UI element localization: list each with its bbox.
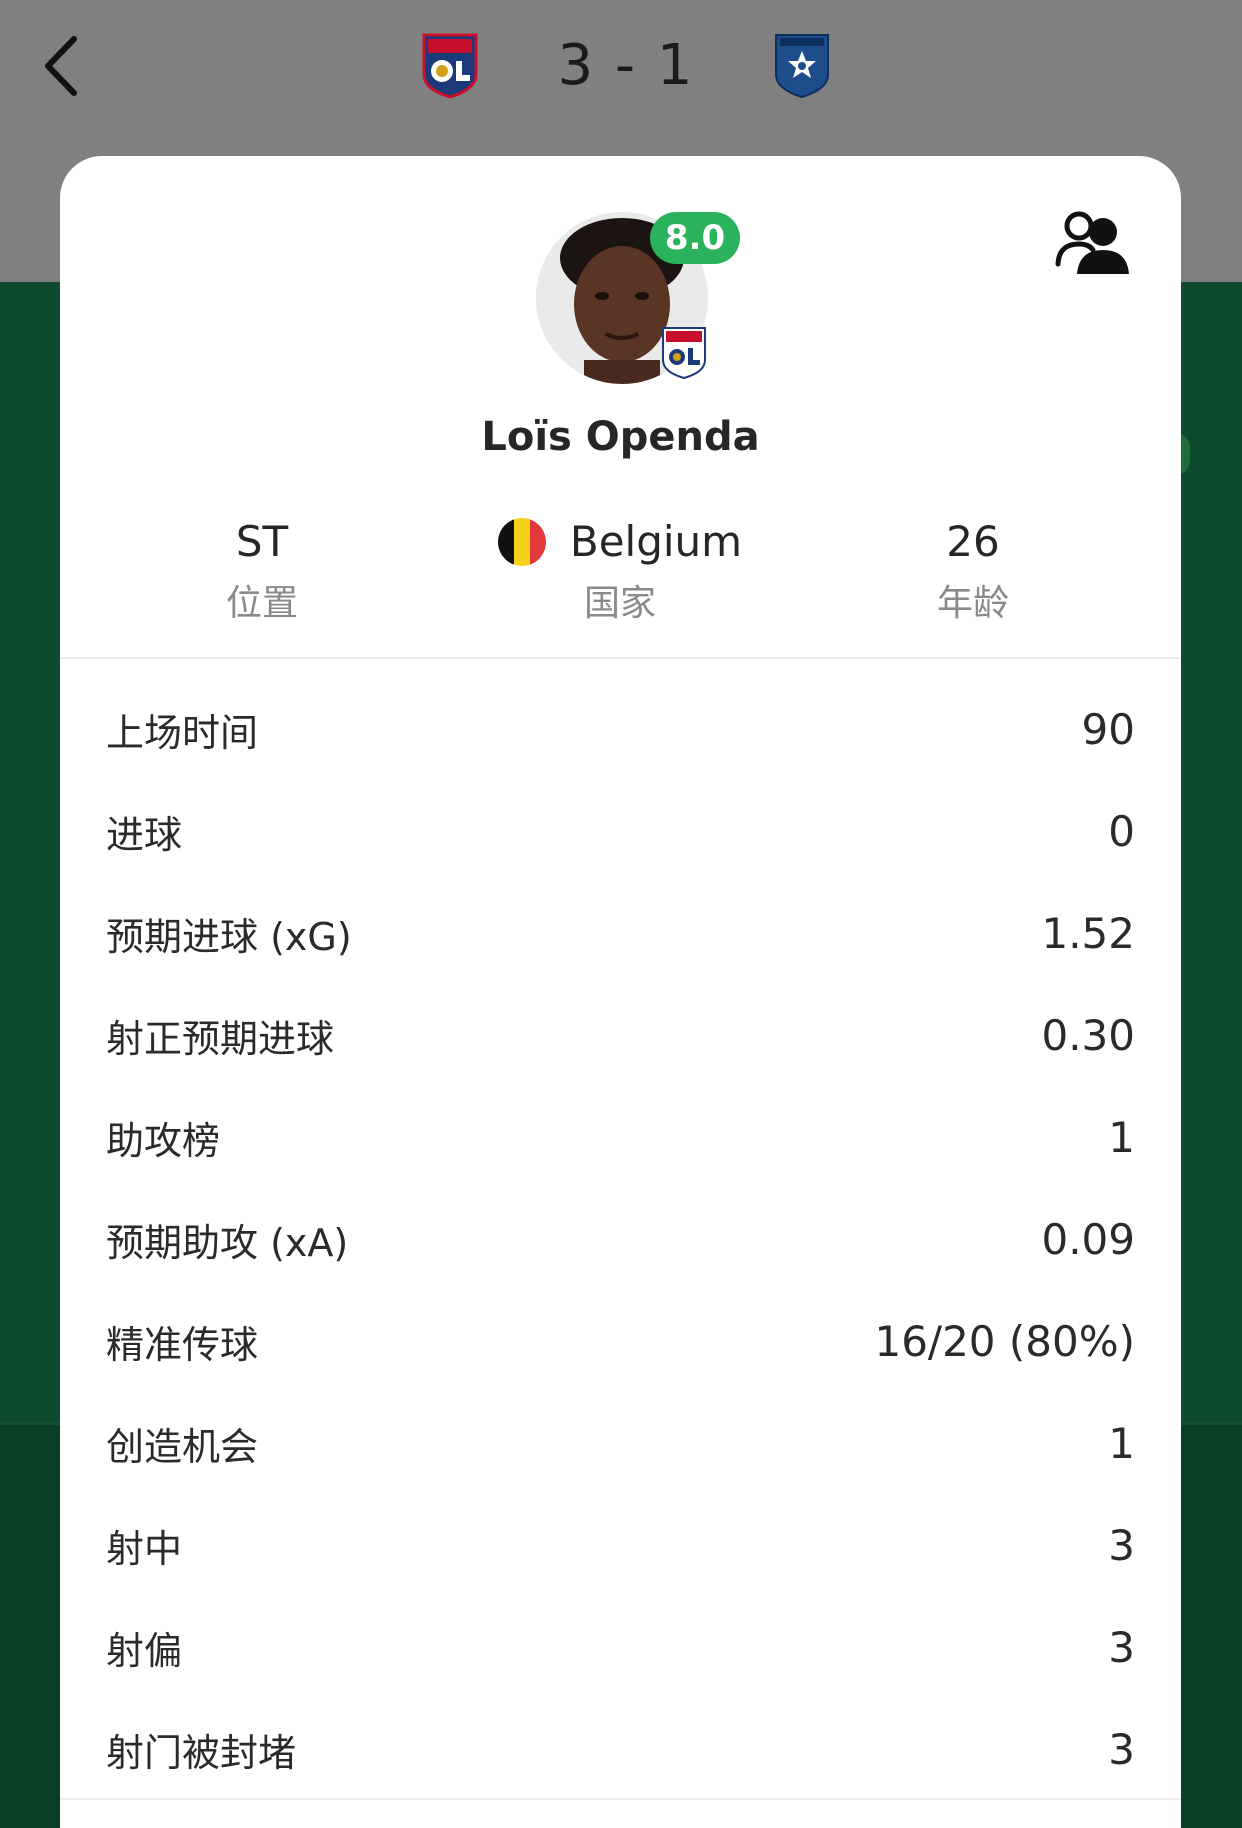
stat-row-minutes: 上场时间 90 — [106, 678, 1135, 780]
age-info: 26 年龄 — [813, 512, 1133, 626]
stat-label: 预期助攻 (xA) — [106, 1220, 349, 1265]
stat-value: 1 — [1108, 1112, 1135, 1162]
stat-value: 16/20 (80%) — [874, 1316, 1135, 1366]
stat-row-accurate-passes: 精准传球 16/20 (80%) — [106, 1290, 1135, 1392]
belgium-flag-icon — [497, 518, 546, 566]
stat-label: 助攻榜 — [106, 1118, 221, 1163]
home-score: 3 — [557, 32, 596, 98]
player-rating-badge: 8.0 — [650, 212, 740, 264]
stat-label: 射偏 — [106, 1628, 183, 1673]
stat-row-goals: 进球 0 — [106, 780, 1135, 882]
person-profile-icon — [1055, 211, 1129, 274]
stats-list: 上场时间 90 进球 0 预期进球 (xG) 1.52 射正预期进球 0.30 … — [106, 678, 1135, 1800]
score-separator: - — [614, 32, 638, 98]
olympique-lyonnais-crest-icon — [422, 33, 478, 99]
stat-row-xa: 预期助攻 (xA) 0.09 — [106, 1188, 1135, 1290]
match-score: 3 - 1 — [420, 28, 832, 102]
player-info-row: ST 位置 Belgium 国家 26 年龄 — [60, 512, 1181, 632]
stat-label: 预期进球 (xG) — [106, 914, 352, 959]
stat-label: 射门被封堵 — [106, 1730, 297, 1775]
away-score: 1 — [656, 32, 695, 98]
divider — [60, 657, 1181, 659]
country-label: 国家 — [583, 583, 656, 624]
stat-row-shots-off-target: 射偏 3 — [106, 1596, 1135, 1698]
stat-value: 1 — [1108, 1418, 1135, 1468]
aj-auxerre-crest-icon — [775, 34, 829, 99]
player-stats-card: 8.0 Loïs Openda ST 位置 Belgium 国家 26 年龄 上… — [60, 156, 1181, 1828]
stat-label: 精准传球 — [106, 1322, 259, 1367]
chevron-left-icon — [45, 36, 77, 96]
stat-value: 3 — [1108, 1724, 1135, 1774]
stat-value: 0.09 — [1041, 1214, 1135, 1264]
stat-label: 上场时间 — [106, 710, 259, 755]
stat-value: 0.30 — [1041, 1010, 1135, 1060]
stat-row-chances-created: 创造机会 1 — [106, 1392, 1135, 1494]
divider-bottom — [60, 1798, 1181, 1800]
position-label: 位置 — [225, 583, 298, 624]
stat-row-xgot: 射正预期进球 0.30 — [106, 984, 1135, 1086]
stat-value: 90 — [1081, 704, 1135, 754]
stat-row-shots-on-target: 射中 3 — [106, 1494, 1135, 1596]
team-crest-icon — [662, 327, 706, 380]
age-value: 26 — [946, 517, 1000, 566]
country-value-row: Belgium — [460, 512, 780, 572]
stat-label: 进球 — [106, 812, 183, 857]
stat-value: 0 — [1108, 806, 1135, 856]
score-text: 3 - 1 — [538, 33, 714, 98]
stat-value: 3 — [1108, 1622, 1135, 1672]
position-value: ST — [235, 517, 289, 566]
position-info: ST 位置 — [102, 512, 422, 626]
stat-row-assists: 助攻榜 1 — [106, 1086, 1135, 1188]
stat-label: 创造机会 — [106, 1424, 259, 1469]
stat-row-xg: 预期进球 (xG) 1.52 — [106, 882, 1135, 984]
stat-label: 射正预期进球 — [106, 1016, 335, 1061]
back-button[interactable] — [30, 30, 90, 102]
country-info: Belgium 国家 — [460, 512, 780, 626]
stat-row-shots-blocked: 射门被封堵 3 — [106, 1698, 1135, 1800]
stat-label: 射中 — [106, 1526, 183, 1571]
stat-value: 1.52 — [1041, 908, 1135, 958]
player-name: Loïs Openda — [481, 414, 760, 460]
stat-value: 3 — [1108, 1520, 1135, 1570]
age-label: 年龄 — [936, 583, 1009, 624]
country-value: Belgium — [569, 517, 743, 566]
player-profile-button[interactable] — [1055, 208, 1135, 278]
